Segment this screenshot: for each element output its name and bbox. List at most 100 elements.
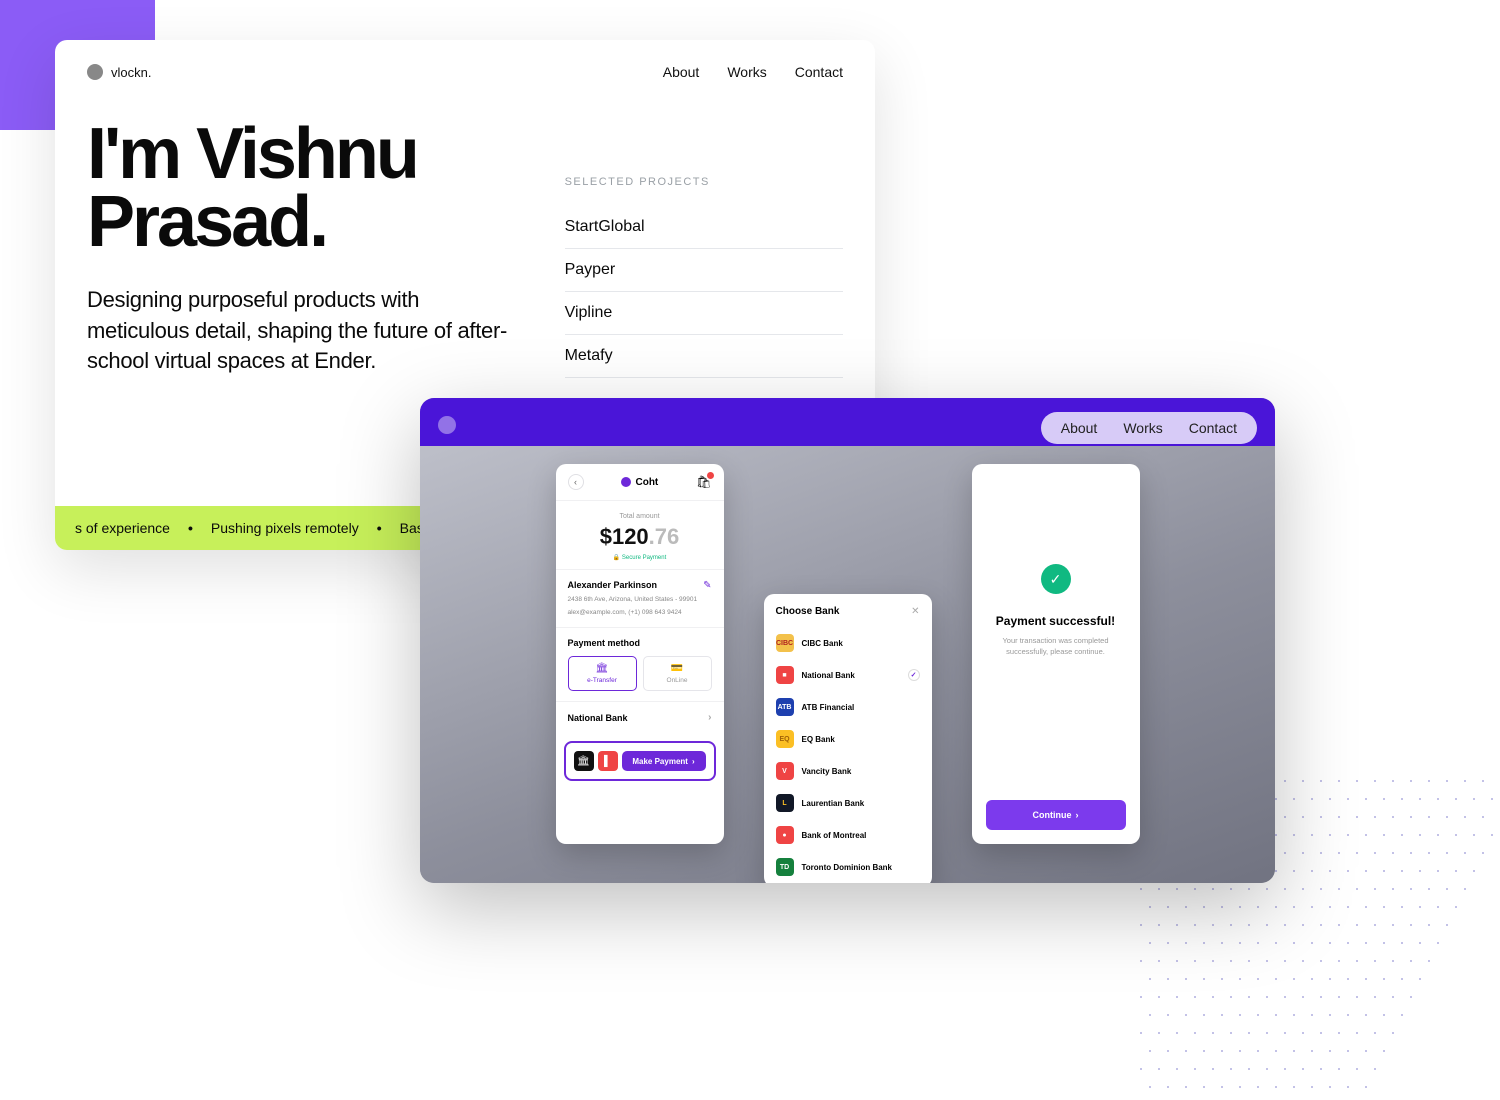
selected-check-icon: ✓ (908, 669, 920, 681)
pay-button-label: Make Payment (632, 757, 688, 766)
bank-name: Laurentian Bank (802, 799, 865, 808)
phone-choose-bank: Choose Bank ✕ CIBC CIBC Bank ■ National Ban… (764, 594, 932, 883)
choose-bank-title: Choose Bank (776, 606, 840, 617)
amount-section: Total amount $120.76 Secure Payment (556, 501, 724, 569)
app-logo: Coht (621, 477, 658, 488)
nav-works[interactable]: Works (1123, 420, 1162, 436)
bank-row[interactable]: TD Toronto Dominion Bank (764, 851, 932, 883)
bank-row[interactable]: EQ EQ Bank (764, 723, 932, 755)
chevron-right-icon: › (692, 757, 695, 766)
phone-header: ‹ Coht 🛍 (556, 464, 724, 501)
total-label: Total amount (556, 513, 724, 520)
address-line: 2438 6th Ave, Arizona, United States - 9… (568, 595, 712, 604)
bank-row[interactable]: ■ National Bank ✓ (764, 659, 932, 691)
footer-actions: 🏛 ▌ Make Payment › (564, 741, 716, 781)
bank-name: CIBC Bank (802, 639, 843, 648)
bank-icon: 🏛 (573, 663, 632, 674)
bank-logo-icon: ATB (776, 698, 794, 716)
bank-logo-icon: ■ (776, 666, 794, 684)
check-icon: ✓ (1041, 564, 1071, 594)
phone-success: ✓ Payment successful! Your transaction w… (972, 464, 1140, 844)
project-item[interactable]: Metafy (565, 335, 843, 378)
phone-checkout: ‹ Coht 🛍 Total amount $120.76 Secure Pay… (556, 464, 724, 844)
header: vlockn. About Works Contact (55, 40, 875, 80)
nav-about[interactable]: About (1061, 420, 1098, 436)
cart-icon[interactable]: 🛍 (696, 475, 711, 489)
brand[interactable]: vlockn. (87, 64, 151, 80)
bank-name: Bank of Montreal (802, 831, 867, 840)
bank-row[interactable]: ATB ATB Financial (764, 691, 932, 723)
card-icon: 💳 (648, 663, 707, 674)
bank-row[interactable]: CIBC CIBC Bank (764, 627, 932, 659)
amount: $120.76 (556, 524, 724, 550)
payment-method-label: Payment method (568, 638, 712, 648)
continue-label: Continue (1033, 810, 1072, 820)
avatar (87, 64, 103, 80)
bank-name: EQ Bank (802, 735, 835, 744)
bank-row[interactable]: L Laurentian Bank (764, 787, 932, 819)
edit-icon[interactable]: ✎ (703, 580, 711, 591)
nav: About Works Contact (663, 64, 843, 80)
nav-contact[interactable]: Contact (1189, 420, 1237, 436)
bag-icon[interactable]: 🏛 (574, 751, 594, 771)
logo-text: Coht (635, 477, 658, 488)
amount-dollars: $120 (600, 524, 649, 549)
contact-line: alex@example.com, (+1) 098 643 9424 (568, 608, 712, 617)
logo-icon (621, 477, 631, 487)
bank-list: CIBC CIBC Bank ■ National Bank ✓ ATB ATB Finan… (764, 627, 932, 883)
continue-button[interactable]: Continue › (986, 800, 1126, 830)
close-icon[interactable]: ✕ (911, 606, 919, 617)
nav-works[interactable]: Works (727, 64, 766, 80)
bank-name: Toronto Dominion Bank (802, 863, 893, 872)
cart-badge (707, 472, 714, 479)
projects-list: StartGlobal Payper Vipline Metafy (565, 206, 843, 378)
nav-pill: About Works Contact (1041, 412, 1257, 444)
amount-cents: .76 (649, 524, 680, 549)
bank-row[interactable]: VVancity Bank (764, 755, 932, 787)
project-item[interactable]: StartGlobal (565, 206, 843, 249)
method-label: OnLine (648, 677, 707, 684)
project-item[interactable]: Vipline (565, 292, 843, 335)
nav-about[interactable]: About (663, 64, 700, 80)
bank-logo-icon: CIBC (776, 634, 794, 652)
flag-icon[interactable]: ▌ (598, 751, 618, 771)
selected-bank-section[interactable]: National Bank › (556, 701, 724, 733)
selected-bank: National Bank (568, 713, 628, 723)
back-button[interactable]: ‹ (568, 474, 584, 490)
projects-panel: SELECTED PROJECTS StartGlobal Payper Vip… (565, 120, 843, 378)
bank-logo-icon: ● (776, 826, 794, 844)
bank-logo-icon: L (776, 794, 794, 812)
customer-section: Alexander Parkinson ✎ 2438 6th Ave, Ariz… (556, 569, 724, 627)
customer-name: Alexander Parkinson (568, 580, 658, 590)
showcase-body: ‹ Coht 🛍 Total amount $120.76 Secure Pay… (420, 446, 1275, 883)
showcase-card: About Works Contact ‹ Coht 🛍 Total amoun… (420, 398, 1275, 883)
method-label: e-Transfer (573, 677, 632, 684)
projects-label: SELECTED PROJECTS (565, 176, 843, 188)
payment-method-section: Payment method 🏛 e-Transfer 💳 OnLine (556, 627, 724, 701)
project-item[interactable]: Payper (565, 249, 843, 292)
chevron-right-icon: › (708, 712, 711, 723)
nav-contact[interactable]: Contact (795, 64, 843, 80)
hero-left: I'm Vishnu Prasad. Designing purposeful … (87, 120, 525, 378)
make-payment-button[interactable]: Make Payment › (622, 751, 706, 771)
success-subtitle: Your transaction was completed successfu… (986, 636, 1126, 657)
ticker-item: Pushing pixels remotely (211, 520, 359, 536)
method-online[interactable]: 💳 OnLine (643, 656, 712, 691)
page-title: I'm Vishnu Prasad. (87, 120, 525, 257)
brand-name: vlockn. (111, 65, 151, 80)
hero: I'm Vishnu Prasad. Designing purposeful … (55, 80, 875, 378)
bank-name: ATB Financial (802, 703, 855, 712)
bank-name: National Bank (802, 671, 855, 680)
method-etransfer[interactable]: 🏛 e-Transfer (568, 656, 637, 691)
success-title: Payment successful! (996, 614, 1115, 628)
ticker-item: s of experience (75, 520, 170, 536)
bank-row[interactable]: ● Bank of Montreal (764, 819, 932, 851)
bank-name: Vancity Bank (802, 767, 852, 776)
avatar[interactable] (438, 416, 456, 434)
bank-logo-icon: TD (776, 858, 794, 876)
ticker-dot-icon: • (188, 520, 193, 536)
chevron-right-icon: › (1076, 810, 1079, 820)
bank-logo-icon: EQ (776, 730, 794, 748)
ticker-dot-icon: • (377, 520, 382, 536)
hero-subtitle: Designing purposeful products with metic… (87, 285, 525, 377)
